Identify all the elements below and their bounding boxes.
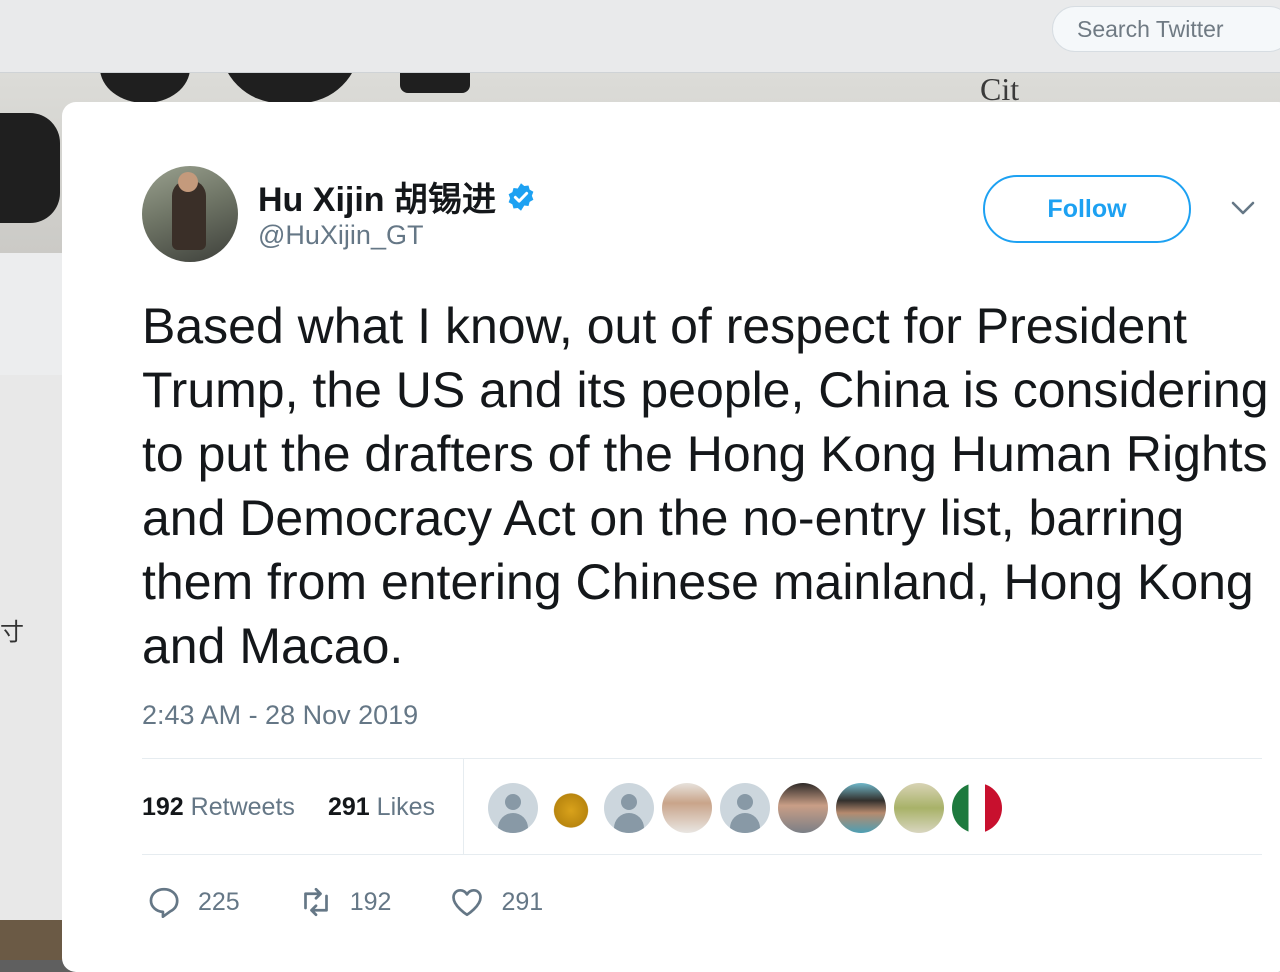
retweet-count: 192 [349,887,392,916]
background-panel [0,375,64,960]
like-count: 291 [501,887,544,916]
likers-list [488,783,1002,833]
reply-icon [149,887,179,919]
top-nav-bar: Search Twitter [0,0,1280,73]
likes-stat[interactable]: 291 Likes [328,793,435,822]
tweet-stats: 192 Retweets 291 Likes [142,758,1262,855]
background-panel [0,253,64,375]
heart-icon [452,888,483,917]
tweet-text: Based what I know, out of respect for Pr… [142,298,1269,674]
tweet-timestamp[interactable]: 2:43 AM - 28 Nov 2019 [142,700,418,731]
likes-label: Likes [376,793,436,821]
banner-shape [220,73,360,103]
banner-shape [400,73,470,93]
divider [463,759,464,854]
banner-shape [0,113,60,223]
retweets-stat[interactable]: 192 Retweets [142,793,295,822]
verified-badge-icon [508,182,534,211]
search-input[interactable]: Search Twitter [1052,6,1280,52]
liker-avatar[interactable] [836,783,886,833]
retweet-icon [303,887,328,917]
likes-count: 291 [328,793,370,821]
author-name[interactable]: Hu Xijin 胡锡进 [258,172,536,221]
background-text: 寸 [0,619,24,646]
liker-avatar[interactable] [778,783,828,833]
reply-count: 225 [198,887,240,916]
avatar[interactable] [142,166,238,262]
like-button[interactable]: 291 [449,884,543,920]
chevron-down-icon[interactable] [1230,198,1256,218]
liker-avatar[interactable] [546,783,596,833]
liker-avatar[interactable] [952,783,1002,833]
banner-shape [100,73,190,103]
liker-avatar[interactable] [604,783,654,833]
liker-avatar[interactable] [662,783,712,833]
reply-button[interactable]: 225 [146,884,240,920]
author-name-text[interactable]: Hu Xijin 胡锡进 [258,172,496,221]
author-handle[interactable]: @HuXijin_GT [258,220,423,251]
background-image-strip [0,920,64,960]
avatar-head [178,172,198,192]
liker-avatar[interactable] [720,783,770,833]
follow-button[interactable]: Follow [983,175,1191,243]
retweets-label: Retweets [190,793,295,821]
liker-avatar[interactable] [488,783,538,833]
retweet-button[interactable]: 192 [298,884,392,920]
retweets-count: 192 [142,793,184,821]
liker-avatar[interactable] [894,783,944,833]
tweet-modal: Hu Xijin 胡锡进 @HuXijin_GT Follow Based wh… [62,102,1280,972]
tweet-actions: 225 192 291 [146,882,601,922]
